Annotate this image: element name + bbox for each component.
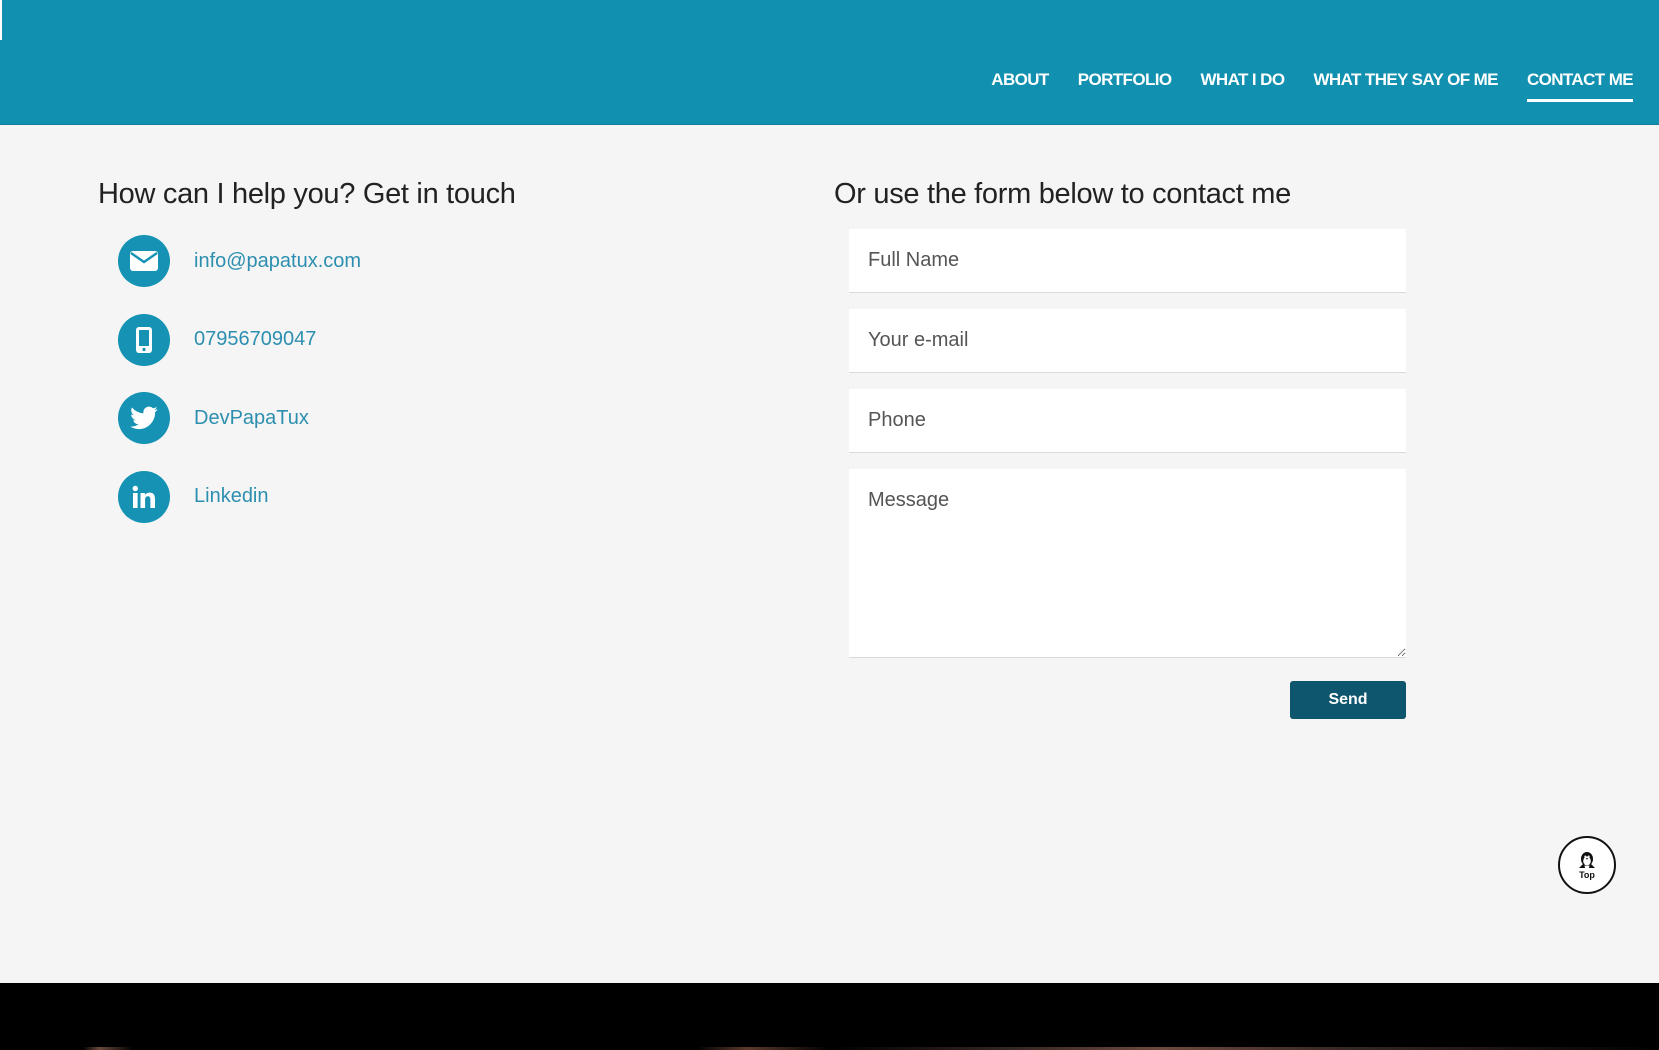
mobile-phone-icon [118, 313, 170, 366]
contact-item-linkedin: Linkedin [118, 470, 698, 523]
phone-input[interactable] [849, 389, 1406, 453]
contact-info-section: How can I help you? Get in touch info@pa… [98, 178, 698, 549]
send-button[interactable]: Send [1290, 681, 1406, 719]
contact-item-email: info@papatux.com [118, 235, 698, 287]
top-label: Top [1579, 870, 1595, 880]
linkedin-icon [118, 470, 170, 523]
contact-form: Send [834, 229, 1406, 719]
nav-item-portfolio[interactable]: PORTFOLIO [1078, 70, 1172, 102]
nav-item-contact-me[interactable]: CONTACT ME [1526, 70, 1634, 102]
nav-item-testimonials[interactable]: WHAT THEY SAY OF ME [1313, 70, 1498, 102]
nav-item-about[interactable]: ABOUT [991, 70, 1049, 102]
penguin-icon [1579, 852, 1595, 868]
site-header: ABOUT PORTFOLIO WHAT I DO WHAT THEY SAY … [0, 0, 1659, 125]
footer [0, 983, 1659, 1050]
contact-item-phone: 07956709047 [118, 313, 698, 366]
contact-item-twitter: DevPapaTux [118, 392, 698, 444]
email-input[interactable] [849, 309, 1406, 373]
envelope-icon [118, 235, 170, 287]
message-textarea[interactable] [849, 469, 1406, 658]
nav-item-what-i-do[interactable]: WHAT I DO [1200, 70, 1285, 102]
contact-form-section: Or use the form below to contact me Send [834, 178, 1406, 719]
twitter-link[interactable]: DevPapaTux [194, 407, 309, 430]
contact-info-title: How can I help you? Get in touch [98, 178, 516, 210]
back-to-top-button[interactable]: Top [1558, 836, 1616, 894]
full-name-input[interactable] [849, 229, 1406, 293]
header-corner-mark [0, 0, 2, 40]
main-nav: ABOUT PORTFOLIO WHAT I DO WHAT THEY SAY … [991, 70, 1634, 102]
contact-list: info@papatux.com 07956709047 DevPapaTux [98, 235, 698, 523]
email-link[interactable]: info@papatux.com [194, 250, 361, 273]
linkedin-link[interactable]: Linkedin [194, 485, 269, 508]
send-row: Send [849, 681, 1406, 719]
contact-form-title: Or use the form below to contact me [834, 178, 1291, 210]
phone-link[interactable]: 07956709047 [194, 328, 316, 351]
twitter-icon [118, 392, 170, 444]
